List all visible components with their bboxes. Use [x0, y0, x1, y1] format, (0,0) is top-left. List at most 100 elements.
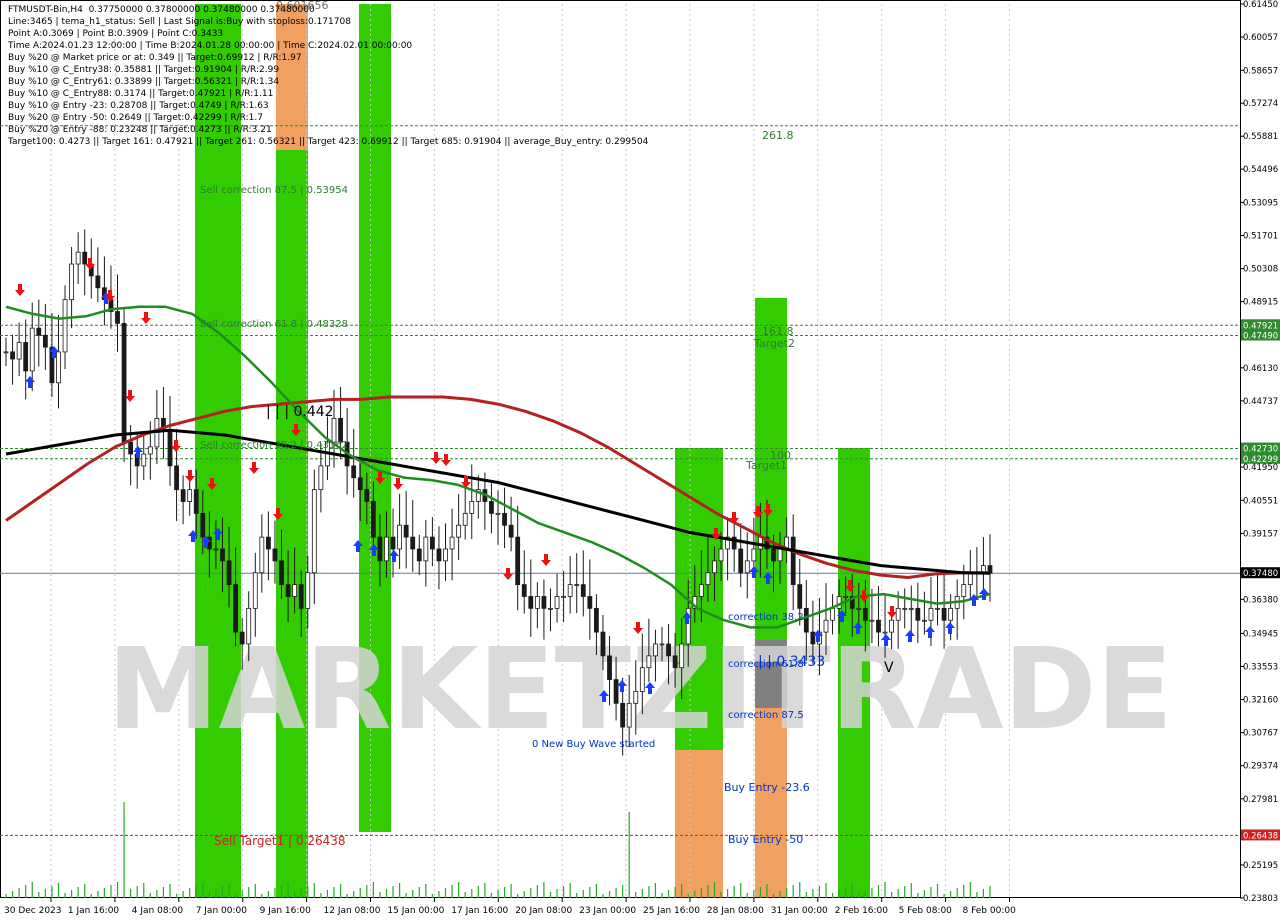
y-tick-label: 0.29374 [1243, 762, 1278, 772]
candle-body [567, 584, 573, 597]
candle-body [397, 524, 403, 550]
candle-body [56, 351, 61, 384]
candle-body [377, 536, 383, 562]
sell-arrow-icon [541, 554, 551, 566]
candle-body [666, 643, 671, 657]
candle-body [318, 465, 324, 491]
y-tick-label: 0.26438 [1243, 831, 1278, 841]
candle-body [272, 548, 278, 562]
candle-body [456, 524, 462, 538]
x-tick-label: 23 Jan 00:00 [579, 906, 636, 916]
sell-arrow-icon [125, 390, 135, 402]
zone-rect [276, 150, 308, 898]
candle-body [876, 619, 881, 633]
annotation-label: Buy Entry -50 [728, 833, 803, 846]
candle-body [121, 322, 127, 443]
candle-body [935, 607, 940, 610]
candle-body [869, 619, 875, 622]
candle-body [810, 631, 816, 645]
x-tick-label: 8 Feb 00:00 [963, 906, 1017, 916]
candle-body [790, 536, 796, 586]
candle-body [62, 299, 68, 353]
level-label: Target2 [753, 337, 795, 350]
info-line: Point A:0.3069 | Point B:0.3909 | Point … [8, 29, 224, 39]
candle-body [69, 263, 74, 301]
candle-body [908, 607, 914, 610]
candle-body [252, 572, 258, 609]
y-tick-label: 0.61450 [1243, 0, 1278, 10]
x-tick-label: 25 Jan 16:00 [643, 906, 700, 916]
buy-arrow-icon [25, 376, 35, 388]
sell-arrow-icon [185, 470, 195, 482]
candle-body [613, 679, 619, 704]
candle-body [174, 465, 179, 491]
candle-body [390, 536, 396, 550]
level-label: Target1 [745, 459, 787, 472]
candle-body [200, 512, 206, 538]
candle-body [862, 607, 868, 621]
candle-body [751, 548, 757, 562]
candle-body [843, 596, 849, 598]
y-tick-label: 0.57274 [1243, 99, 1278, 109]
candle-body [967, 572, 973, 586]
candle-body [961, 584, 967, 597]
candle-body [403, 524, 409, 538]
candle-body [659, 643, 665, 646]
candle-body [882, 631, 888, 634]
candle-body [495, 512, 501, 515]
candle-body [292, 584, 298, 597]
y-tick-label: 0.39157 [1243, 529, 1278, 539]
candle-body [626, 702, 632, 728]
candle-body [449, 536, 455, 550]
zone-rect [675, 750, 723, 898]
y-tick-label: 0.54496 [1243, 165, 1278, 175]
candle-body [698, 584, 704, 597]
annotation-label: Sell correction 38.2 | 0.43162 [200, 440, 348, 451]
candle-body [889, 619, 894, 633]
buy-arrow-icon [979, 588, 989, 600]
candle-body [554, 596, 560, 609]
annotation-label: 0 New Buy Wave started [532, 739, 655, 750]
candle-body [705, 572, 711, 586]
candle-body [443, 548, 448, 562]
x-tick-label: 9 Jan 16:00 [260, 906, 312, 916]
y-tick-label: 0.50308 [1243, 265, 1278, 275]
y-tick-label: 0.27981 [1243, 795, 1278, 805]
candle-body [220, 548, 225, 562]
x-tick-label: 28 Jan 08:00 [707, 906, 764, 916]
candle-body [167, 429, 173, 467]
candle-body [436, 548, 442, 562]
x-tick-label: 5 Feb 08:00 [899, 906, 953, 916]
candle-body [298, 584, 304, 609]
sell-arrow-icon [441, 454, 451, 466]
symbol-line: FTMUSDT-Bin,H4 0.37750000 0.37800000 0.3… [8, 5, 315, 15]
candle-body [351, 465, 357, 479]
sell-arrow-icon [249, 462, 259, 474]
x-tick-label: 2 Feb 16:00 [835, 906, 889, 916]
x-tick-label: 30 Dec 2023 [4, 906, 62, 916]
y-tick-label: 0.60057 [1243, 33, 1278, 43]
candle-body [528, 596, 534, 609]
info-line: Buy %10 @ C_Entry88: 0.3174 || Target:0.… [8, 89, 274, 99]
candle-body [548, 607, 553, 610]
candle-body [311, 489, 317, 574]
y-tick-label: 0.30767 [1243, 729, 1278, 739]
candle-body [364, 489, 370, 502]
candle-body [521, 584, 527, 597]
candle-body [803, 607, 809, 633]
candle-body [75, 251, 81, 265]
y-tick-label: 0.46130 [1243, 364, 1278, 374]
candle-body [180, 489, 186, 502]
x-tick-label: 31 Jan 00:00 [771, 906, 828, 916]
candle-body [239, 631, 245, 645]
candle-body [193, 489, 199, 514]
candle-body [233, 584, 239, 633]
candle-body [10, 351, 15, 360]
candle-body [29, 327, 35, 372]
candle-body [515, 536, 521, 586]
candle-body [489, 501, 494, 514]
candle-body [429, 536, 435, 550]
candle-body [213, 548, 219, 551]
sell-arrow-icon [503, 568, 513, 580]
info-line: Buy %10 @ C_Entry38: 0.35881 || Target:0… [8, 65, 280, 75]
